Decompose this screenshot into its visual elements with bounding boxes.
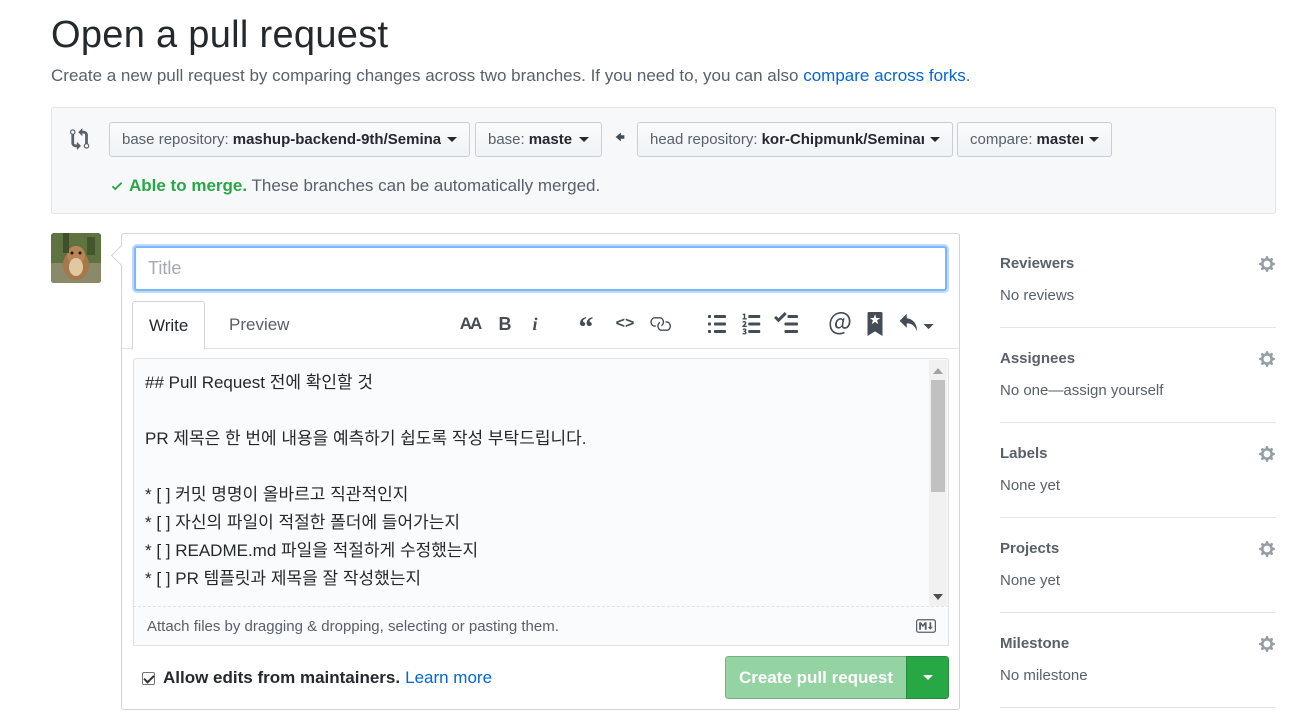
sidebar-item-assignees: Assignees No one—assign yourself (1000, 328, 1276, 423)
base-repository-label: base repository: (122, 131, 229, 148)
arrow-left-icon (615, 132, 625, 142)
allow-edits-checkbox[interactable] (142, 671, 155, 685)
sidebar-value: None yet (1000, 572, 1061, 589)
page-title: Open a pull request (51, 14, 389, 56)
mention-icon[interactable] (829, 312, 851, 336)
tab-preview[interactable]: Preview (213, 301, 305, 349)
sidebar-item-milestone: Milestone No milestone (1000, 613, 1276, 708)
link-icon[interactable] (649, 312, 671, 336)
compare-range-panel: base repository: mashup-backend-9th/Semin… (51, 107, 1276, 214)
head-repository-value: kor-Chipmunk/Seminar (761, 131, 924, 148)
saved-reply-icon[interactable] (866, 312, 884, 336)
create-options-dropdown[interactable] (906, 656, 949, 699)
body-textarea[interactable]: ## Pull Request 전에 확인할 것 PR 제목은 한 번에 내용을… (145, 369, 586, 593)
markdown-icon[interactable] (916, 619, 936, 633)
reply-dropdown-icon[interactable] (899, 312, 935, 336)
scroll-thumb[interactable] (931, 380, 945, 492)
quote-icon[interactable]: “ (574, 311, 598, 344)
body-editor[interactable]: ## Pull Request 전에 확인할 것 PR 제목은 한 번에 내용을… (133, 358, 949, 646)
gear-icon[interactable] (1258, 350, 1276, 368)
code-icon[interactable]: <> (612, 312, 638, 336)
create-pull-request-button[interactable]: Create pull request (725, 656, 906, 699)
avatar[interactable] (51, 233, 101, 283)
sidebar-item-projects: Projects None yet (1000, 518, 1276, 613)
italic-icon[interactable]: i (526, 312, 544, 336)
learn-more-link[interactable]: Learn more (405, 668, 492, 688)
sidebar-value: No milestone (1000, 667, 1088, 684)
base-branch-select[interactable]: base: master (475, 122, 602, 157)
create-pull-request-group: Create pull request (725, 656, 949, 699)
caret-down-icon (447, 137, 457, 142)
sidebar-value: None yet (1000, 477, 1061, 494)
pull-request-form: Write Preview AA B i “ <> ## Pull Reques… (121, 233, 960, 710)
subtitle-end: . (965, 66, 971, 85)
base-branch-label: base: (488, 131, 525, 148)
git-compare-icon (70, 128, 90, 150)
sidebar-value: No reviews (1000, 287, 1075, 304)
sidebar-heading[interactable]: Reviewers (1000, 255, 1074, 272)
sidebar-item-reviewers: Reviewers No reviews (1000, 233, 1276, 328)
unordered-list-icon[interactable] (707, 312, 727, 336)
allow-edits-option[interactable]: Allow edits from maintainers. Learn more (142, 668, 492, 688)
title-input[interactable] (134, 246, 947, 291)
merge-status: Able to merge. These branches can be aut… (110, 176, 600, 196)
gear-icon[interactable] (1258, 635, 1276, 653)
caret-down-icon (930, 137, 940, 142)
subtitle-text: Create a new pull request by comparing c… (51, 66, 804, 85)
tab-write[interactable]: Write (132, 301, 206, 350)
head-repository-label: head repository: (650, 131, 758, 148)
allow-edits-label: Allow edits from maintainers. (163, 668, 401, 687)
compare-across-forks-link[interactable]: compare across forks (803, 66, 966, 85)
gear-icon[interactable] (1258, 540, 1276, 558)
head-repository-select[interactable]: head repository: kor-Chipmunk/Seminar (637, 122, 953, 157)
page-subtitle: Create a new pull request by comparing c… (51, 66, 970, 86)
base-repository-value: mashup-backend-9th/Seminar (232, 131, 441, 148)
sidebar-value[interactable]: No one—assign yourself (1000, 382, 1163, 399)
gear-icon[interactable] (1258, 255, 1276, 273)
gear-icon[interactable] (1258, 445, 1276, 463)
attach-files-bar[interactable]: Attach files by dragging & dropping, sel… (133, 606, 949, 646)
caret-down-icon (579, 137, 589, 142)
caret-down-icon (922, 675, 933, 680)
sidebar-item-labels: Labels None yet (1000, 423, 1276, 518)
attach-files-text: Attach files by dragging & dropping, sel… (147, 617, 559, 635)
merge-status-ok: Able to merge. (129, 176, 248, 195)
caret-down-icon (1089, 137, 1099, 142)
sidebar-heading[interactable]: Projects (1000, 540, 1059, 557)
chipmunk-avatar-image (51, 233, 101, 283)
scroll-down-icon[interactable] (933, 594, 943, 600)
header-text-icon[interactable]: AA (456, 312, 484, 336)
sidebar-heading[interactable]: Assignees (1000, 350, 1075, 367)
editor-scrollbar[interactable] (929, 360, 947, 606)
merge-status-message: These branches can be automatically merg… (247, 176, 601, 195)
bold-icon[interactable]: B (494, 312, 516, 336)
task-list-icon[interactable] (774, 312, 798, 336)
base-repository-select[interactable]: base repository: mashup-backend-9th/Semin… (109, 122, 470, 157)
ordered-list-icon[interactable] (742, 312, 762, 336)
sidebar-heading[interactable]: Labels (1000, 445, 1048, 462)
sidebar-heading[interactable]: Milestone (1000, 635, 1069, 652)
base-branch-value: master (528, 131, 573, 148)
compare-branch-value: master (1036, 131, 1083, 148)
compare-branch-label: compare: (970, 131, 1033, 148)
check-icon (111, 182, 123, 191)
scroll-up-icon[interactable] (933, 368, 943, 374)
compare-branch-select[interactable]: compare: master (957, 122, 1112, 157)
